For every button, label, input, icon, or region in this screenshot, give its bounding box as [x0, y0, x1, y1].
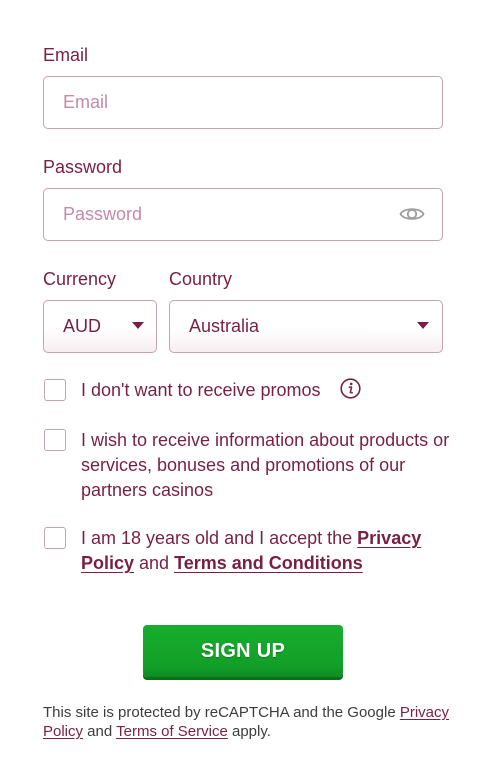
terms-and-conditions-link[interactable]: Terms and Conditions [174, 553, 363, 573]
currency-label: Currency [43, 269, 117, 289]
age-terms-label: I am 18 years old and I accept the Priva… [81, 526, 453, 576]
email-input[interactable] [44, 77, 442, 128]
google-terms-of-service-link[interactable]: Terms of Service [116, 723, 228, 740]
password-field-wrapper [43, 188, 443, 241]
country-select[interactable]: Australia [169, 300, 443, 353]
password-input[interactable] [44, 189, 442, 240]
eye-icon[interactable] [399, 204, 425, 224]
recaptcha-apply: apply. [227, 723, 271, 740]
age-terms-and: and [134, 553, 175, 573]
country-selected-value: Australia [189, 316, 260, 336]
recaptcha-and: and [83, 723, 117, 740]
currency-selected-value: AUD [63, 316, 102, 336]
email-field-wrapper [43, 76, 443, 129]
no-promos-label: I don't want to receive promos [81, 380, 321, 400]
sign-up-button[interactable]: SIGN UP [143, 625, 343, 677]
chevron-down-icon [417, 322, 429, 329]
chevron-down-icon [132, 322, 144, 329]
password-label: Password [43, 157, 123, 177]
age-terms-text: I am 18 years old and I accept the [81, 528, 358, 548]
info-icon[interactable] [340, 378, 361, 399]
country-label: Country [169, 269, 233, 289]
age-terms-checkbox[interactable] [44, 527, 66, 549]
partner-info-checkbox[interactable] [44, 429, 66, 451]
currency-select[interactable]: AUD [43, 300, 157, 353]
recaptcha-text: This site is protected by reCAPTCHA and … [43, 704, 400, 721]
recaptcha-notice: This site is protected by reCAPTCHA and … [43, 703, 463, 741]
partner-info-label: I wish to receive information about prod… [81, 430, 450, 500]
no-promos-checkbox[interactable] [44, 379, 66, 401]
email-label: Email [43, 45, 89, 65]
